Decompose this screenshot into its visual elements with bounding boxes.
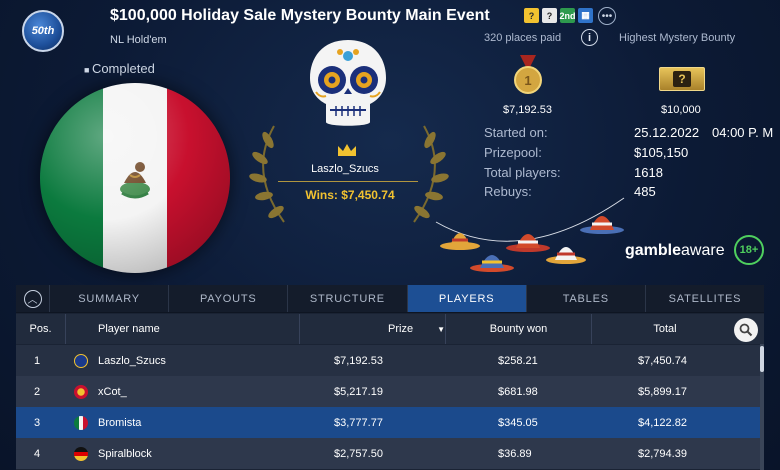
status-completed: Completed — [84, 61, 155, 76]
crown-icon — [338, 144, 356, 156]
first-place-prize: $7,192.53 — [503, 104, 552, 116]
player-cell: Bromista — [74, 407, 141, 438]
mystery-bounty-icon: ? — [659, 67, 705, 91]
gambleaware-logo[interactable]: gambleaware — [625, 242, 725, 260]
tab-structure[interactable]: STRUCTURE — [288, 285, 408, 312]
started-on-label: Started on: — [484, 125, 548, 140]
scrollbar-thumb[interactable] — [760, 346, 764, 372]
table-row[interactable]: 2 xCot_ $5,217.19 $681.98 $5,899.17 — [16, 376, 760, 407]
player-name: Laszlo_Szucs — [98, 354, 166, 367]
mexico-flag-icon — [74, 415, 88, 430]
age-restriction-badge: 18+ — [734, 235, 764, 265]
tab-summary[interactable]: SUMMARY — [50, 285, 170, 312]
player-cell: xCot_ — [74, 376, 127, 407]
first-place-medal-icon: 1 — [514, 55, 542, 94]
row-pos: 2 — [34, 385, 41, 398]
chevron-up-icon: ︿ — [23, 289, 42, 308]
tab-bar: ︿ SUMMARY PAYOUTS STRUCTURE PLAYERS TABL… — [16, 285, 764, 313]
row-bounty: $36.89 — [498, 447, 532, 460]
tournament-badges: ? ? 2nd ▦ — [524, 8, 593, 23]
gambleaware-gamble: gamble — [625, 242, 682, 259]
row-pos: 1 — [34, 354, 41, 367]
svg-text:1: 1 — [524, 73, 531, 88]
tournament-title: $100,000 Holiday Sale Mystery Bounty Mai… — [110, 7, 490, 24]
places-paid: 320 places paid — [484, 32, 562, 44]
info-icon[interactable]: i — [581, 29, 598, 46]
sombrero-garland-icon — [435, 197, 625, 272]
prizepool-label: Prizepool: — [484, 145, 542, 160]
game-type: NL Hold'em — [110, 34, 167, 46]
winner-name: Laszlo_Szucs — [311, 163, 379, 175]
tab-satellites[interactable]: SATELLITES — [646, 285, 764, 312]
started-on-date: 25.12.2022 — [634, 125, 700, 140]
row-prize: $5,217.19 — [334, 385, 383, 398]
table-header: Pos. Player name Prize ▼ Bounty won Tota… — [16, 314, 764, 344]
col-bounty-won[interactable]: Bounty won — [446, 314, 592, 344]
collapse-button[interactable]: ︿ — [16, 285, 50, 312]
started-on-time: 04:00 P. M — [712, 125, 774, 140]
col-total[interactable]: Total — [592, 314, 738, 344]
row-bounty: $258.21 — [498, 354, 538, 367]
row-pos: 4 — [34, 447, 41, 460]
player-name: Spiralblock — [98, 447, 152, 460]
prizepool-value: $105,150 — [634, 145, 689, 160]
search-button[interactable] — [734, 318, 758, 342]
row-total: $7,450.74 — [638, 354, 687, 367]
col-pos[interactable]: Pos. — [16, 314, 66, 344]
sugar-skull-icon — [310, 40, 386, 126]
table-row[interactable]: 4 Spiralblock $2,757.50 $36.89 $2,794.39 — [16, 438, 760, 469]
player-name: Bromista — [98, 416, 142, 429]
col-prize-label: Prize — [388, 323, 414, 335]
col-player-name[interactable]: Player name — [66, 314, 300, 344]
winner-total: Wins: $7,450.74 — [305, 188, 395, 202]
second-chance-badge-icon: 2nd — [560, 8, 576, 23]
germany-flag-icon — [74, 446, 88, 461]
mystery-badge-icon: ? — [524, 8, 539, 23]
row-total: $4,122.82 — [638, 416, 687, 429]
sort-desc-icon: ▼ — [437, 324, 445, 334]
rebuys-value: 485 — [634, 184, 656, 199]
row-total: $5,899.17 — [638, 385, 687, 398]
row-bounty: $681.98 — [498, 385, 538, 398]
total-players-value: 1618 — [634, 165, 663, 180]
laurel-wreath-icon — [249, 125, 449, 223]
row-bounty: $345.05 — [498, 416, 538, 429]
more-options-icon[interactable]: ••• — [598, 7, 616, 25]
bounty-badge-icon: ? — [542, 8, 557, 23]
row-prize: $3,777.77 — [334, 416, 383, 429]
tab-players[interactable]: PLAYERS — [407, 285, 527, 312]
tab-tables[interactable]: TABLES — [527, 285, 646, 312]
table-row[interactable]: 1 Laszlo_Szucs $7,192.53 $258.21 $7,450.… — [16, 345, 760, 376]
player-cell: Laszlo_Szucs — [74, 345, 166, 376]
eu-flag-icon — [74, 353, 88, 368]
row-prize: $7,192.53 — [334, 354, 383, 367]
row-prize: $2,757.50 — [334, 447, 383, 460]
total-players-label: Total players: — [484, 165, 561, 180]
logo-text: 50th — [31, 25, 55, 37]
highest-mystery-bounty-label: Highest Mystery Bounty — [619, 32, 736, 44]
app-logo: 50th — [22, 10, 64, 52]
kyrgyzstan-flag-icon — [74, 384, 88, 399]
player-cell: Spiralblock — [74, 438, 152, 469]
row-total: $2,794.39 — [638, 447, 687, 460]
col-prize[interactable]: Prize ▼ — [300, 314, 446, 344]
tab-payouts[interactable]: PAYOUTS — [169, 285, 289, 312]
calendar-badge-icon: ▦ — [578, 8, 593, 23]
row-pos: 3 — [34, 416, 41, 429]
player-name: xCot_ — [98, 385, 127, 398]
table-row[interactable]: 3 Bromista $3,777.77 $345.05 $4,122.82 — [16, 407, 760, 438]
winner-divider — [278, 181, 418, 182]
highest-mystery-bounty-value: $10,000 — [661, 104, 701, 116]
gambleaware-aware: aware — [681, 242, 725, 259]
search-icon — [739, 323, 753, 337]
